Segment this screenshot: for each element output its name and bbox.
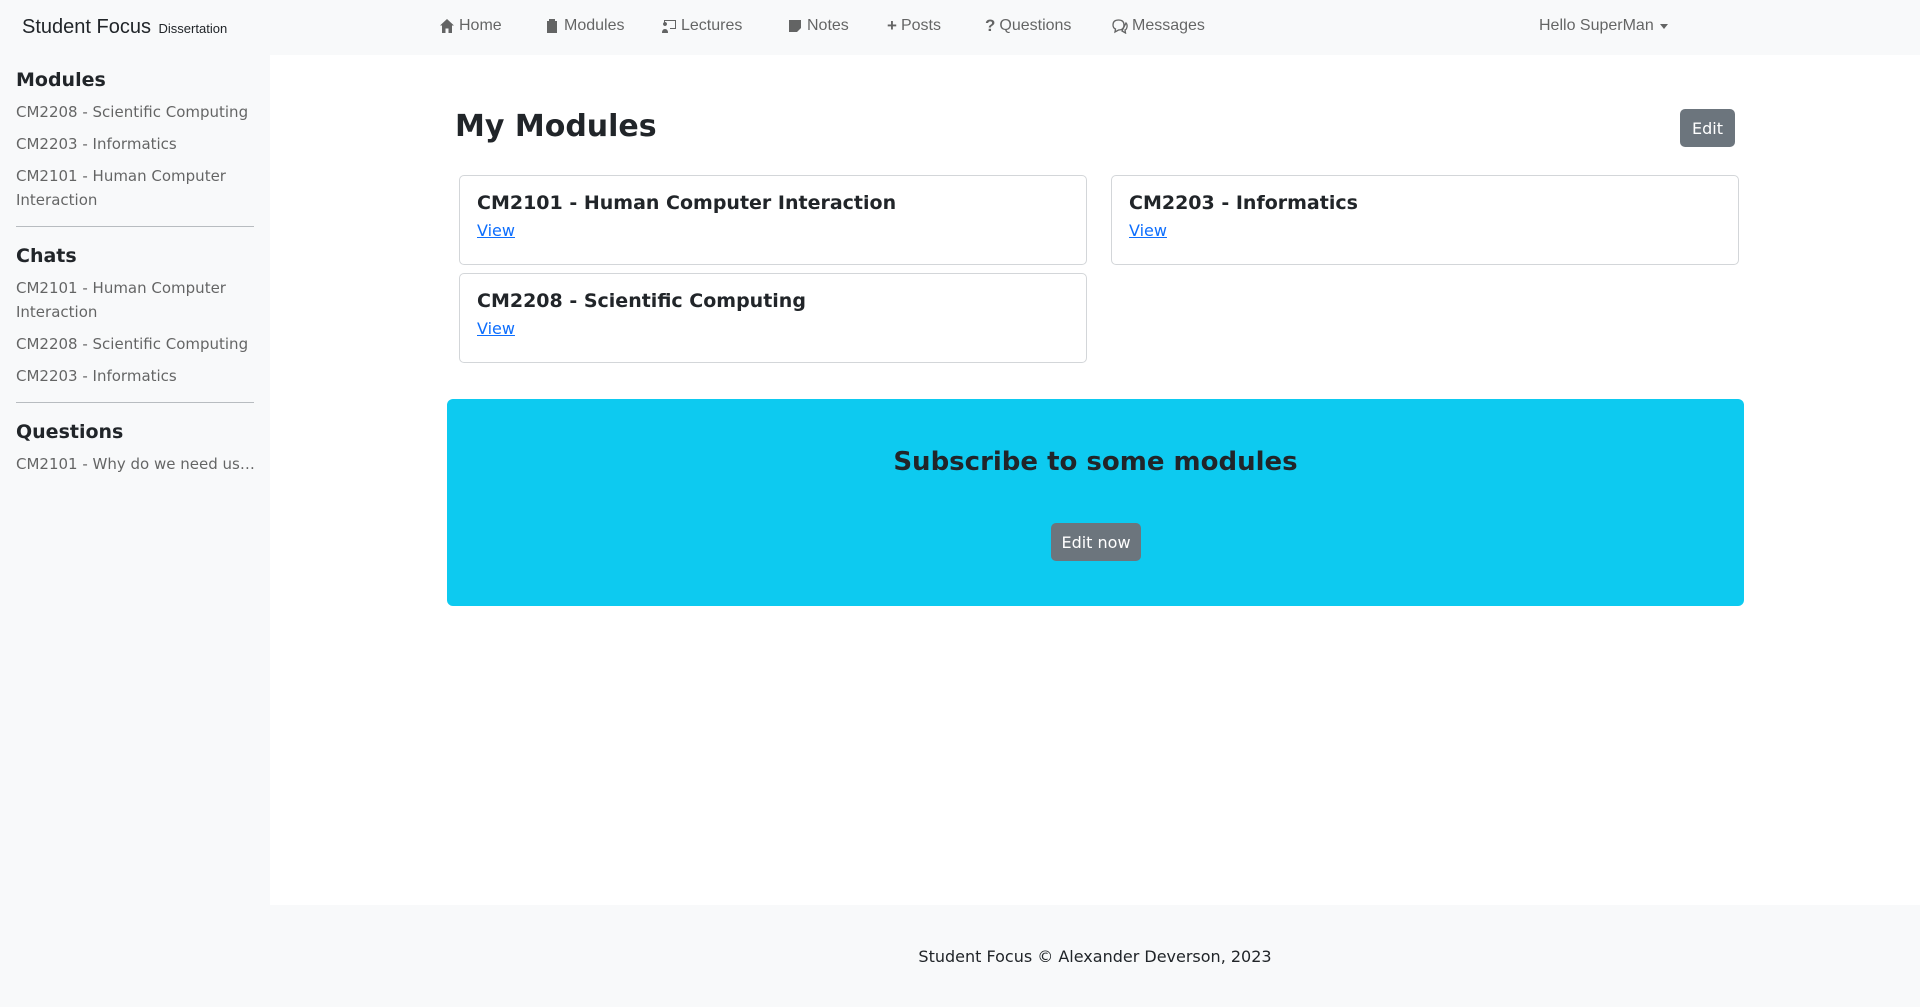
nav-questions[interactable]: ? Questions <box>985 17 1071 35</box>
module-view-link[interactable]: View <box>477 319 515 338</box>
question-icon: ? <box>985 16 996 35</box>
brand[interactable]: Student Focus Dissertation <box>22 16 227 39</box>
sticky-note-icon <box>789 20 801 32</box>
navbar: Student Focus Dissertation Home Modules … <box>0 0 1920 55</box>
sidebar-modules-heading: Modules <box>16 69 106 91</box>
footer: Student Focus © Alexander Deverson, 2023 <box>270 905 1920 1007</box>
brand-tagline: Dissertation <box>158 21 228 36</box>
person-video-icon <box>662 20 676 33</box>
nav-home[interactable]: Home <box>439 17 502 35</box>
nav-notes[interactable]: Notes <box>787 17 849 35</box>
nav-messages-label: Messages <box>1132 17 1205 34</box>
nav-questions-label: Questions <box>999 17 1072 34</box>
module-card: CM2208 - Scientific Computing View <box>459 273 1087 363</box>
module-card-title: CM2203 - Informatics <box>1129 192 1358 214</box>
sidebar-divider <box>16 402 254 403</box>
nav-posts-label: Posts <box>900 17 941 34</box>
user-menu-label: Hello SuperMan <box>1539 17 1654 34</box>
module-card-title: CM2101 - Human Computer Interaction <box>477 192 897 214</box>
nav-home-label: Home <box>459 17 502 34</box>
sidebar-module-item[interactable]: CM2208 - Scientific Computing <box>16 100 256 124</box>
subscribe-heading: Subscribe to some modules <box>893 447 1298 477</box>
page-title: My Modules <box>455 109 657 144</box>
caret-down-icon <box>1659 23 1668 29</box>
module-card-title: CM2208 - Scientific Computing <box>477 290 806 312</box>
sidebar-chat-item[interactable]: CM2101 - Human Computer Interaction <box>16 276 256 324</box>
plus-icon: + <box>887 16 897 35</box>
edit-button[interactable]: Edit <box>1680 109 1735 147</box>
nav-lectures-label: Lectures <box>681 17 743 34</box>
subscribe-banner: Subscribe to some modules Edit now <box>447 399 1744 606</box>
nav-modules-label: Modules <box>564 17 625 34</box>
sidebar: Modules CM2208 - Scientific Computing CM… <box>0 55 270 905</box>
module-card: CM2203 - Informatics View <box>1111 175 1739 265</box>
sidebar-divider <box>16 226 254 227</box>
brand-name: Student Focus <box>22 16 151 38</box>
clipboard-icon <box>547 19 557 33</box>
sidebar-question-item[interactable]: CM2101 - Why do we need use... <box>16 452 256 476</box>
module-card: CM2101 - Human Computer Interaction View <box>459 175 1087 265</box>
nav-modules[interactable]: Modules <box>544 17 624 35</box>
nav-lectures[interactable]: Lectures <box>661 17 742 35</box>
main-content: My Modules Edit CM2101 - Human Computer … <box>270 55 1920 905</box>
nav-messages[interactable]: Messages <box>1112 17 1205 35</box>
chat-dots-icon <box>1112 19 1128 34</box>
user-menu-dropdown[interactable]: Hello SuperMan <box>1539 17 1668 35</box>
sidebar-module-item[interactable]: CM2101 - Human Computer Interaction <box>16 164 256 212</box>
sidebar-questions-heading: Questions <box>16 421 124 443</box>
sidebar-module-item[interactable]: CM2203 - Informatics <box>16 132 256 156</box>
sidebar-chats-heading: Chats <box>16 245 77 267</box>
house-icon <box>440 19 454 33</box>
nav-notes-label: Notes <box>807 17 849 34</box>
sidebar-chat-item[interactable]: CM2203 - Informatics <box>16 364 256 388</box>
nav-posts[interactable]: + Posts <box>887 17 941 35</box>
edit-now-button[interactable]: Edit now <box>1051 523 1141 561</box>
sidebar-chat-item[interactable]: CM2208 - Scientific Computing <box>16 332 256 356</box>
module-view-link[interactable]: View <box>477 221 515 240</box>
module-view-link[interactable]: View <box>1129 221 1167 240</box>
footer-text: Student Focus © Alexander Deverson, 2023 <box>918 947 1272 966</box>
